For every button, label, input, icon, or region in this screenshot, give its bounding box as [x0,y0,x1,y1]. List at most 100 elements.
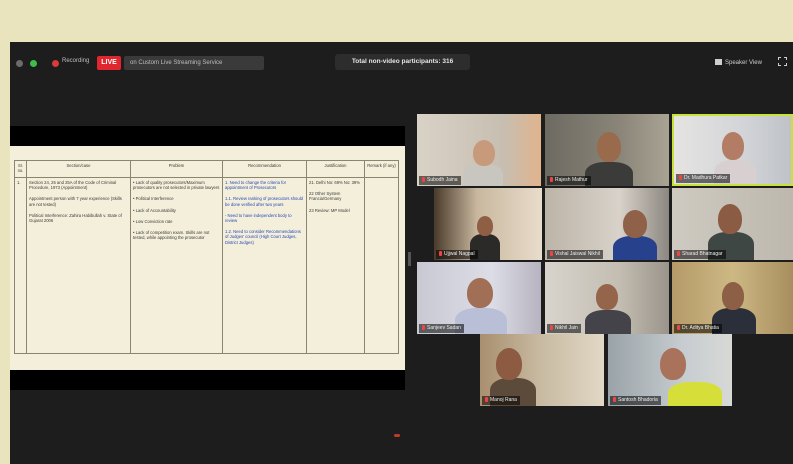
participant-body [668,382,722,406]
participant-body [585,310,631,334]
speaker-view-button[interactable]: Speaker View [715,57,773,69]
cell-text: • Lack of competition exam. Skills are n… [133,230,210,241]
participant-head [467,278,493,308]
cell-text: 1.2. Need to consider Recommendations of… [225,229,301,245]
recording-label: Recording [62,58,90,64]
cell-text: 22 Other System Francia/Germany [309,191,342,202]
live-stream-service-dropdown[interactable]: on Custom Live Streaming Service [124,56,264,70]
participant-body [585,162,633,186]
cell-sr: 1. [14,177,27,354]
cell-problem: • Lack of quality prosecutors/Maximum pr… [130,177,223,354]
video-tile[interactable]: Vishal Jaiswal Nikhil [545,188,669,260]
cell-section: Section 24, 25 and 25A of the Code of Cr… [26,177,131,354]
document-table: Sr. no. Section/case Problem Recommendat… [14,160,399,354]
video-tile[interactable]: Subodh Jaina [417,114,541,186]
video-tile[interactable]: Sanjeev Sadan [417,262,541,334]
participant-name: Vishal Jaiswal Nikhil [547,250,603,259]
table-header-row: Sr. no. Section/case Problem Recommendat… [14,160,399,178]
cell-text: • Low Conviction rate [133,218,173,224]
cell-text: - Need to have independent body to revie… [225,212,292,224]
video-tile[interactable]: Ujjwal Nagpal [434,188,542,260]
video-tile[interactable]: Sharad Bhatnagar [672,188,793,260]
top-bar: Recording LIVE on Custom Live Streaming … [10,42,793,86]
share-letterbox-top [10,126,405,146]
cell-text: 1. Need to change the criteria for appoi… [225,180,286,191]
participant-name: Dr. Aditya Bhatia [674,324,722,333]
participant-name: Sharad Bhatnagar [674,250,726,259]
participant-name-label: Dr. Aditya Bhatia [682,325,719,331]
cell-text: • Political Interference [133,196,174,202]
participant-head [473,140,495,166]
fullscreen-icon[interactable] [778,57,787,66]
table-header: Section/case [26,160,131,178]
connection-status-icon[interactable] [30,60,37,67]
participant-body [613,236,657,260]
non-video-participants-count[interactable]: Total non-video participants: 316 [335,54,470,70]
table-header: Problem [130,160,223,178]
participant-name: Santosh Bhadoria [610,396,661,405]
participant-body [463,164,503,186]
recording-icon [52,60,59,67]
cell-remark [364,177,399,354]
cell-recommendation: 1. Need to change the criteria for appoi… [222,177,307,354]
participant-head [597,132,621,162]
mic-muted-icon [422,177,425,183]
participant-head [660,348,686,380]
participant-head [596,284,618,310]
cell-text: Section 24, 25 and 25A of the Code of Cr… [29,180,117,191]
participant-name: Dr. Madhura Patkar [676,174,731,183]
shared-screen: Sr. no. Section/case Problem Recommendat… [10,146,405,370]
mic-muted-icon [439,251,442,257]
mic-muted-icon [677,251,680,257]
video-tile[interactable]: Nikhil Jain [545,262,669,334]
participant-name: Subodh Jaina [419,176,461,185]
participant-name-label: Rajesh Mathur [555,177,588,183]
table-header: Justification [306,160,365,178]
mic-muted-icon [550,251,553,257]
participant-name: Nikhil Jain [547,324,581,333]
cell-text: Political Interference: Zahira Habibulla… [29,212,122,224]
participant-name-label: Ujjwal Nagpal [444,251,475,257]
speaker-view-label: Speaker View [725,60,762,66]
live-badge[interactable]: LIVE [97,56,121,70]
cell-text: • Lack of quality prosecutors/Maximum pr… [133,180,220,191]
video-tile[interactable]: Rajesh Mathur [545,114,669,186]
cell-text: • Lack of Accountability [133,207,176,213]
video-tile[interactable]: Santosh Bhadoria [608,334,732,406]
participant-name: Ujjwal Nagpal [436,250,478,259]
mic-muted-icon [485,397,488,403]
mic-muted-icon [677,325,680,331]
participant-name-label: Vishal Jaiswal Nikhil [555,251,600,257]
panel-resize-handle[interactable] [408,252,411,266]
mic-muted-icon [679,175,682,181]
share-letterbox-bottom [10,370,405,390]
table-header: Recommendation [222,160,307,178]
mic-muted-icon [613,397,616,403]
cell-justification: 21. Delhi No: 69% No: 39% 22 Other Syste… [306,177,365,354]
participant-name: Sanjeev Sadan [419,324,464,333]
mic-muted-icon [550,177,553,183]
table-row: 1. Section 24, 25 and 25A of the Code of… [14,177,399,354]
window-control-icon[interactable] [16,60,23,67]
participant-head [718,204,742,234]
participant-name: Manoj Rana [482,396,520,405]
cell-text: 1.1. Review ranking of prosecutors shoul… [225,196,303,207]
mic-muted-icon [550,325,553,331]
participant-head [722,282,744,310]
participant-name: Rajesh Mathur [547,176,591,185]
participant-name-label: Subodh Jaina [427,177,458,183]
participant-head [722,132,744,160]
recording-indicator-icon [394,434,400,437]
video-tile[interactable]: Dr. Aditya Bhatia [672,262,793,334]
cell-text: Appointment person with 7 year experienc… [29,196,122,207]
participant-name-label: Sharad Bhatnagar [682,251,723,257]
participant-head [496,348,522,380]
speaker-view-icon [715,59,722,66]
cell-text: 21. Delhi No: 69% No: 39% [309,180,360,185]
participant-head [477,216,493,236]
cell-text: 23 Review: MP Model [309,207,350,213]
video-tile-active-speaker[interactable]: Dr. Madhura Patkar [672,114,793,186]
participant-name-label: Santosh Bhadoria [618,397,658,403]
zoom-meeting-window: Recording LIVE on Custom Live Streaming … [10,42,793,464]
video-tile[interactable]: Manoj Rana [480,334,604,406]
